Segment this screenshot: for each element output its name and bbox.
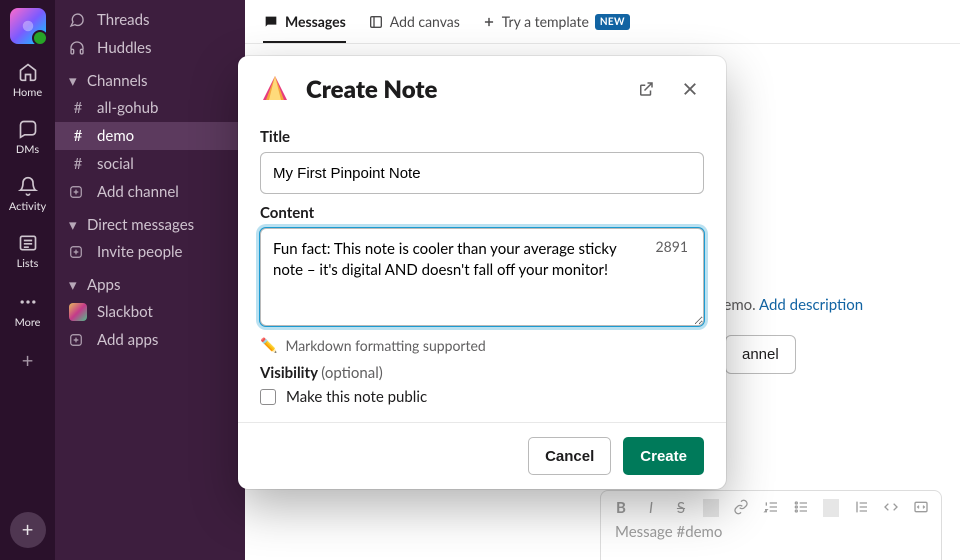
- visibility-label: Visibility (optional): [260, 364, 704, 382]
- open-external-button[interactable]: [632, 75, 660, 103]
- modal-footer: Cancel Create: [238, 422, 726, 489]
- pencil-icon: ✏️: [260, 336, 277, 354]
- close-icon: [681, 80, 699, 98]
- create-button[interactable]: Create: [623, 437, 704, 475]
- modal-title: Create Note: [306, 75, 616, 104]
- modal-header: Create Note: [238, 56, 726, 110]
- modal-body: Title Content 2891 ✏️ Markdown formattin…: [238, 110, 726, 422]
- markdown-helper: ✏️ Markdown formatting supported: [260, 336, 704, 354]
- helper-text: Markdown formatting supported: [285, 337, 485, 354]
- content-textarea[interactable]: [260, 228, 704, 326]
- title-input[interactable]: [260, 152, 704, 194]
- app-logo-icon: [260, 74, 290, 104]
- optional-text: (optional): [321, 364, 383, 382]
- external-link-icon: [637, 80, 655, 98]
- checkbox-label: Make this note public: [286, 388, 427, 406]
- title-label: Title: [260, 128, 704, 146]
- close-button[interactable]: [676, 75, 704, 103]
- cancel-button[interactable]: Cancel: [528, 437, 611, 475]
- create-note-modal: Create Note Title Content 2891 ✏️ Markdo…: [238, 56, 726, 489]
- content-label: Content: [260, 204, 704, 222]
- checkbox-icon[interactable]: [260, 389, 276, 405]
- char-counter: 2891: [656, 238, 688, 255]
- public-checkbox-row[interactable]: Make this note public: [260, 388, 704, 406]
- visibility-label-text: Visibility: [260, 364, 321, 382]
